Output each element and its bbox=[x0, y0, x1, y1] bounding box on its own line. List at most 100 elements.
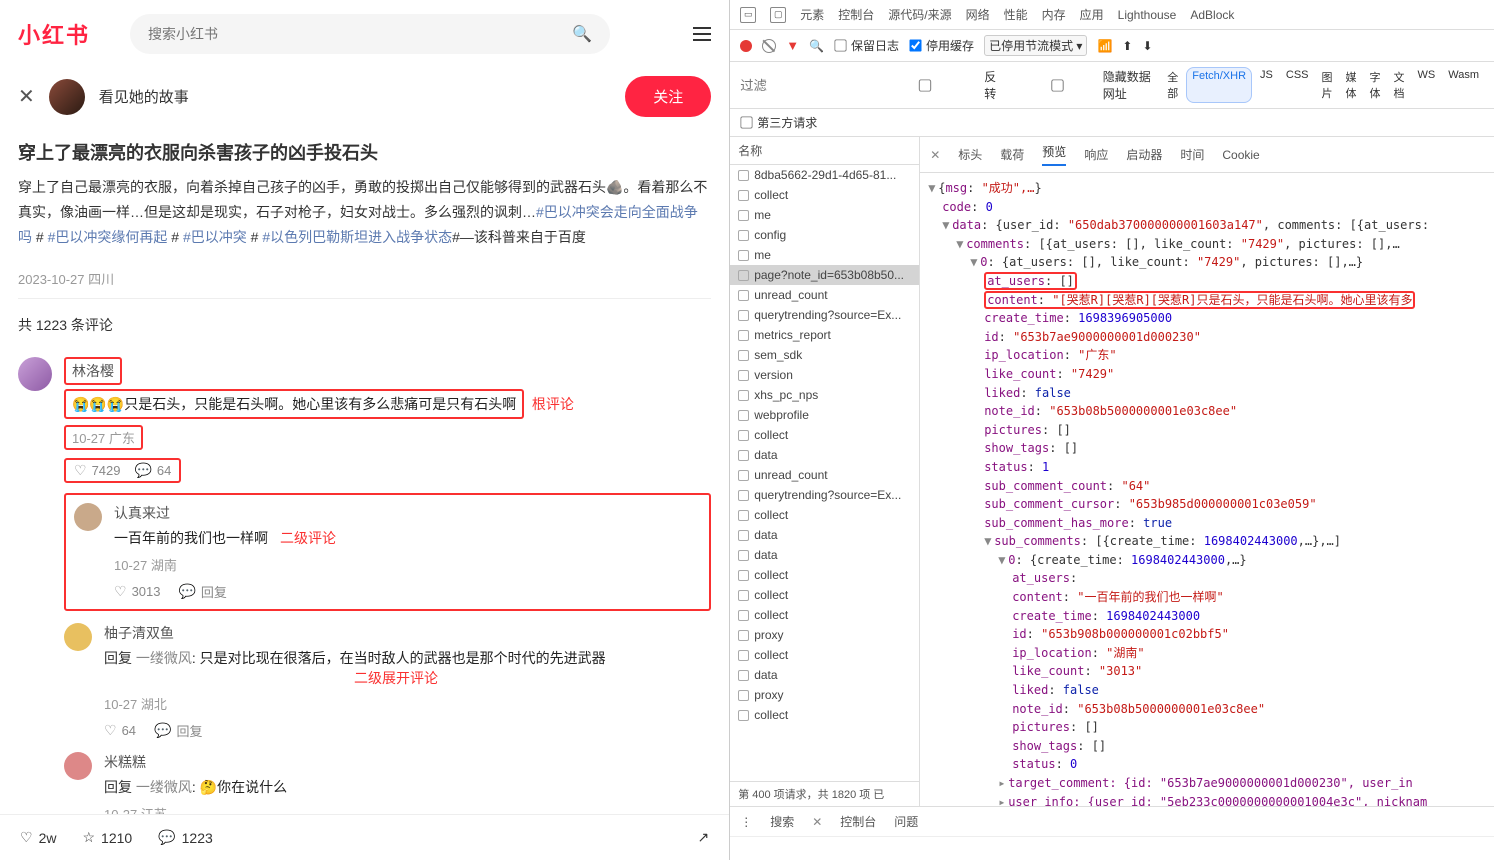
drawer-tab-search[interactable]: 搜索 bbox=[770, 813, 794, 830]
json-tree[interactable]: ▼{msg: "成功",…}code: 0▼data: {user_id: "6… bbox=[920, 173, 1494, 806]
resource-type-Wasm[interactable]: Wasm bbox=[1443, 67, 1484, 103]
tab-application[interactable]: 应用 bbox=[1080, 6, 1104, 23]
request-row[interactable]: unread_count bbox=[730, 285, 919, 305]
author-name[interactable]: 看见她的故事 bbox=[99, 86, 189, 107]
like-total[interactable]: ♡2w bbox=[20, 829, 56, 846]
drawer-tab-issues[interactable]: 问题 bbox=[894, 813, 918, 830]
record-icon[interactable] bbox=[740, 40, 752, 52]
request-row[interactable]: version bbox=[730, 365, 919, 385]
preview-tab-cookies[interactable]: Cookie bbox=[1222, 148, 1259, 162]
tab-memory[interactable]: 内存 bbox=[1042, 6, 1066, 23]
invert-checkbox[interactable]: 反转 bbox=[870, 68, 1006, 102]
preview-tab-payload[interactable]: 载荷 bbox=[1000, 146, 1024, 163]
request-row[interactable]: collect bbox=[730, 605, 919, 625]
resource-type-Fetch/XHR[interactable]: Fetch/XHR bbox=[1186, 67, 1252, 103]
tab-elements[interactable]: 元素 bbox=[800, 6, 824, 23]
request-row[interactable]: me bbox=[730, 205, 919, 225]
request-row[interactable]: querytrending?source=Ex... bbox=[730, 305, 919, 325]
request-row[interactable]: proxy bbox=[730, 625, 919, 645]
request-row[interactable]: collect bbox=[730, 505, 919, 525]
preview-tab-response[interactable]: 响应 bbox=[1084, 146, 1108, 163]
upload-icon[interactable]: ⬆ bbox=[1122, 39, 1132, 53]
request-row[interactable]: xhs_pc_nps bbox=[730, 385, 919, 405]
throttle-select[interactable]: 已停用节流模式 ▾ bbox=[984, 35, 1087, 56]
menu-icon[interactable] bbox=[693, 27, 711, 41]
wifi-icon[interactable]: 📶 bbox=[1097, 39, 1112, 53]
commenter-name[interactable]: 林洛樱 bbox=[64, 357, 711, 385]
avatar[interactable] bbox=[64, 623, 92, 651]
search-input[interactable] bbox=[148, 26, 560, 42]
request-row[interactable]: collect bbox=[730, 585, 919, 605]
resource-type-图片[interactable]: 图片 bbox=[1317, 67, 1338, 103]
preview-tab-preview[interactable]: 预览 bbox=[1042, 143, 1066, 166]
request-row[interactable]: me bbox=[730, 245, 919, 265]
resource-type-媒体[interactable]: 媒体 bbox=[1341, 67, 1362, 103]
request-row[interactable]: 8dba5662-29d1-4d65-81... bbox=[730, 165, 919, 185]
resource-type-JS[interactable]: JS bbox=[1255, 67, 1278, 103]
request-row[interactable]: collect bbox=[730, 705, 919, 725]
share-icon[interactable]: ↗ bbox=[697, 829, 709, 846]
request-row[interactable]: collect bbox=[730, 645, 919, 665]
request-row[interactable]: unread_count bbox=[730, 465, 919, 485]
avatar[interactable] bbox=[74, 503, 102, 531]
close-preview-icon[interactable]: ✕ bbox=[930, 148, 940, 162]
hide-urls-checkbox[interactable]: 隐藏数据网址 bbox=[1016, 68, 1152, 102]
resource-type-CSS[interactable]: CSS bbox=[1281, 67, 1314, 103]
request-row[interactable]: data bbox=[730, 445, 919, 465]
preview-tab-initiator[interactable]: 启动器 bbox=[1126, 146, 1162, 163]
search-icon[interactable]: 🔍 bbox=[809, 39, 824, 53]
tab-performance[interactable]: 性能 bbox=[1004, 6, 1028, 23]
request-row[interactable]: page?note_id=653b08b50... bbox=[730, 265, 919, 285]
request-row[interactable]: data bbox=[730, 665, 919, 685]
drawer-tab-console[interactable]: 控制台 bbox=[840, 813, 876, 830]
resource-type-文档[interactable]: 文档 bbox=[1389, 67, 1410, 103]
search-icon[interactable]: 🔍 bbox=[572, 24, 592, 44]
tab-sources[interactable]: 源代码/来源 bbox=[888, 6, 951, 23]
request-row[interactable]: querytrending?source=Ex... bbox=[730, 485, 919, 505]
hashtag[interactable]: #巴以冲突 bbox=[183, 229, 247, 245]
author-avatar[interactable] bbox=[49, 79, 85, 115]
like-button[interactable]: ♡64 bbox=[104, 722, 136, 739]
avatar[interactable] bbox=[64, 752, 92, 780]
tab-console[interactable]: 控制台 bbox=[838, 6, 874, 23]
tab-adblock[interactable]: AdBlock bbox=[1190, 8, 1234, 22]
third-party-checkbox[interactable]: 第三方请求 bbox=[740, 114, 1484, 131]
close-icon[interactable]: ✕ bbox=[18, 84, 35, 109]
resource-type-字体[interactable]: 字体 bbox=[1365, 67, 1386, 103]
device-icon[interactable]: ▢ bbox=[770, 7, 786, 23]
resource-type-全部[interactable]: 全部 bbox=[1162, 67, 1183, 103]
disable-cache-checkbox[interactable]: 停用缓存 bbox=[909, 37, 974, 54]
download-icon[interactable]: ⬇ bbox=[1142, 39, 1152, 53]
reply-button[interactable]: 💬回复 bbox=[154, 721, 202, 740]
preview-tab-headers[interactable]: 标头 bbox=[958, 146, 982, 163]
commenter-name[interactable]: 米糕糕 bbox=[104, 752, 711, 772]
tab-network[interactable]: 网络 bbox=[966, 6, 990, 23]
app-logo[interactable]: 小红书 bbox=[18, 18, 90, 50]
request-row[interactable]: metrics_report bbox=[730, 325, 919, 345]
close-search-icon[interactable]: ✕ bbox=[812, 815, 822, 829]
follow-button[interactable]: 关注 bbox=[625, 76, 711, 117]
request-row[interactable]: proxy bbox=[730, 685, 919, 705]
preview-tab-timing[interactable]: 时间 bbox=[1180, 146, 1204, 163]
request-row[interactable]: data bbox=[730, 545, 919, 565]
commenter-name[interactable]: 认真来过 bbox=[114, 503, 170, 523]
request-row[interactable]: sem_sdk bbox=[730, 345, 919, 365]
request-row[interactable]: collect bbox=[730, 425, 919, 445]
tab-lighthouse[interactable]: Lighthouse bbox=[1118, 8, 1177, 22]
filter-icon[interactable]: ▼ bbox=[786, 38, 799, 53]
commenter-name[interactable]: 柚子清双鱼 bbox=[104, 623, 711, 643]
resource-type-WS[interactable]: WS bbox=[1413, 67, 1441, 103]
request-row[interactable]: config bbox=[730, 225, 919, 245]
hashtag[interactable]: #以色列巴勒斯坦进入战争状态 bbox=[262, 229, 452, 245]
avatar[interactable] bbox=[18, 357, 52, 391]
star-total[interactable]: ☆1210 bbox=[82, 829, 132, 846]
like-button[interactable]: ♡7429 bbox=[74, 462, 120, 479]
request-row[interactable]: collect bbox=[730, 185, 919, 205]
like-button[interactable]: ♡3013 bbox=[114, 583, 160, 600]
search-box[interactable]: 🔍 bbox=[130, 14, 610, 54]
preserve-log-checkbox[interactable]: 保留日志 bbox=[834, 37, 899, 54]
request-name-header[interactable]: 名称 bbox=[730, 137, 919, 165]
reply-button[interactable]: 💬回复 bbox=[178, 582, 226, 601]
request-row[interactable]: collect bbox=[730, 565, 919, 585]
reply-count[interactable]: 💬64 bbox=[134, 462, 171, 479]
